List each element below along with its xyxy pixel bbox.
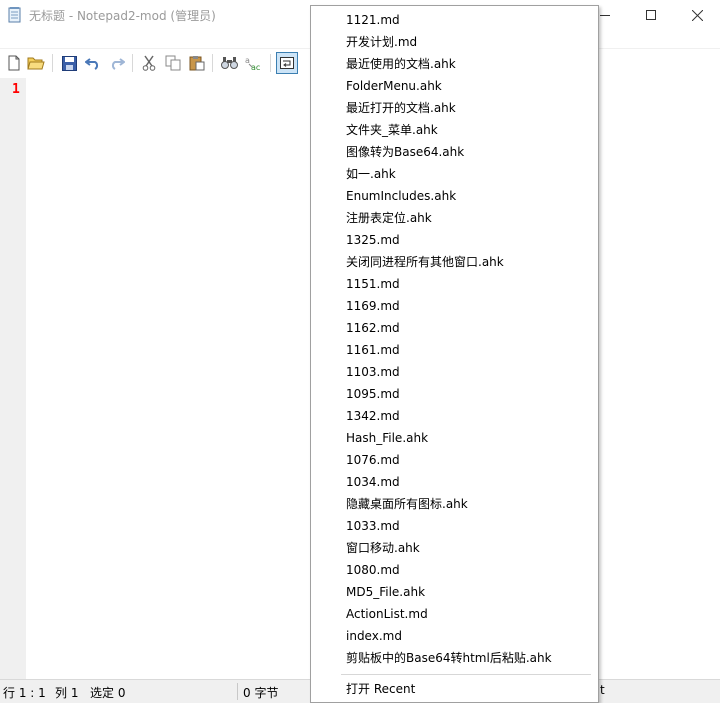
menu-item-recent-file[interactable]: 1151.md bbox=[312, 273, 598, 295]
menu-item-recent-file[interactable]: 关闭同进程所有其他窗口.ahk bbox=[312, 251, 598, 273]
undo-icon[interactable] bbox=[84, 54, 102, 72]
menu-item-recent-file[interactable]: 1162.md bbox=[312, 317, 598, 339]
open-folder-icon[interactable] bbox=[27, 54, 45, 72]
copy-icon[interactable] bbox=[164, 54, 182, 72]
find-icon[interactable] bbox=[220, 54, 238, 72]
menu-item-recent-file[interactable]: 窗口移动.ahk bbox=[312, 537, 598, 559]
menu-item-recent-file[interactable]: 最近打开的文档.ahk bbox=[312, 97, 598, 119]
menu-item-recent-file[interactable]: MD5_File.ahk bbox=[312, 581, 598, 603]
recent-files-menu: 打开 Recent 1121.md 开发计划.md 最近使用的文档.ahk Folde… bbox=[310, 5, 599, 703]
new-file-icon[interactable] bbox=[5, 54, 23, 72]
close-icon bbox=[691, 9, 703, 21]
menu-item-recent-file[interactable]: 1095.md bbox=[312, 383, 598, 405]
menu-item-recent-file[interactable]: 1121.md bbox=[312, 9, 598, 31]
status-column: 列 1 bbox=[55, 686, 79, 700]
menu-item-recent-file[interactable]: 1103.md bbox=[312, 361, 598, 383]
line-number-gutter: 1 bbox=[0, 78, 26, 679]
menu-item-recent-file[interactable]: 图像转为Base64.ahk bbox=[312, 141, 598, 163]
cut-icon[interactable] bbox=[140, 54, 158, 72]
word-wrap-icon[interactable] bbox=[276, 52, 298, 74]
svg-text:a: a bbox=[245, 56, 250, 65]
status-position: 行 1 : 1 bbox=[3, 686, 46, 700]
menu-item-recent-file[interactable]: 1076.md bbox=[312, 449, 598, 471]
redo-icon[interactable] bbox=[108, 54, 126, 72]
close-button[interactable] bbox=[674, 0, 720, 30]
menu-item-recent-file[interactable]: 1325.md bbox=[312, 229, 598, 251]
menu-item-recent-file[interactable]: FolderMenu.ahk bbox=[312, 75, 598, 97]
notepad-app-icon bbox=[8, 7, 22, 23]
window-title: 无标题 - Notepad2-mod (管理员) bbox=[29, 9, 216, 23]
svg-text:ac: ac bbox=[251, 63, 260, 71]
menu-item-recent-file[interactable]: 1033.md bbox=[312, 515, 598, 537]
menu-item-open-recent[interactable]: 打开 Recent bbox=[312, 678, 598, 700]
menu-item-recent-file[interactable]: Hash_File.ahk bbox=[312, 427, 598, 449]
maximize-button[interactable] bbox=[628, 0, 674, 30]
menu-item-recent-file[interactable]: 剪贴板中的Base64转html后粘贴.ahk bbox=[312, 647, 598, 669]
menu-item-recent-file[interactable]: 文件夹_菜单.ahk bbox=[312, 119, 598, 141]
menu-item-recent-file[interactable]: 隐藏桌面所有图标.ahk bbox=[312, 493, 598, 515]
maximize-icon bbox=[646, 10, 656, 20]
paste-icon[interactable] bbox=[188, 54, 206, 72]
menu-item-recent-file[interactable]: 1080.md bbox=[312, 559, 598, 581]
menu-item-recent-file[interactable]: 1342.md bbox=[312, 405, 598, 427]
status-encoding-fragment: t bbox=[600, 683, 605, 697]
menu-item-recent-file[interactable]: 如一.ahk bbox=[312, 163, 598, 185]
menu-item-recent-file[interactable]: EnumIncludes.ahk bbox=[312, 185, 598, 207]
menu-item-recent-file[interactable]: 1169.md bbox=[312, 295, 598, 317]
menu-item-recent-file[interactable]: 开发计划.md bbox=[312, 31, 598, 53]
menu-item-recent-file[interactable]: 1161.md bbox=[312, 339, 598, 361]
status-selection: 选定 0 bbox=[90, 686, 126, 700]
status-bytes: 0 字节 bbox=[243, 686, 279, 700]
minimize-icon bbox=[600, 15, 610, 16]
line-number: 1 bbox=[12, 82, 20, 97]
menu-item-recent-file[interactable]: 最近使用的文档.ahk bbox=[312, 53, 598, 75]
menu-item-recent-file[interactable]: 注册表定位.ahk bbox=[312, 207, 598, 229]
menu-separator bbox=[341, 674, 591, 675]
replace-icon[interactable]: a ac bbox=[244, 54, 262, 72]
menu-item-recent-file[interactable]: 1034.md bbox=[312, 471, 598, 493]
save-icon[interactable] bbox=[60, 54, 78, 72]
menu-item-recent-file[interactable]: ActionList.md bbox=[312, 603, 598, 625]
menu-item-recent-file[interactable]: index.md bbox=[312, 625, 598, 647]
